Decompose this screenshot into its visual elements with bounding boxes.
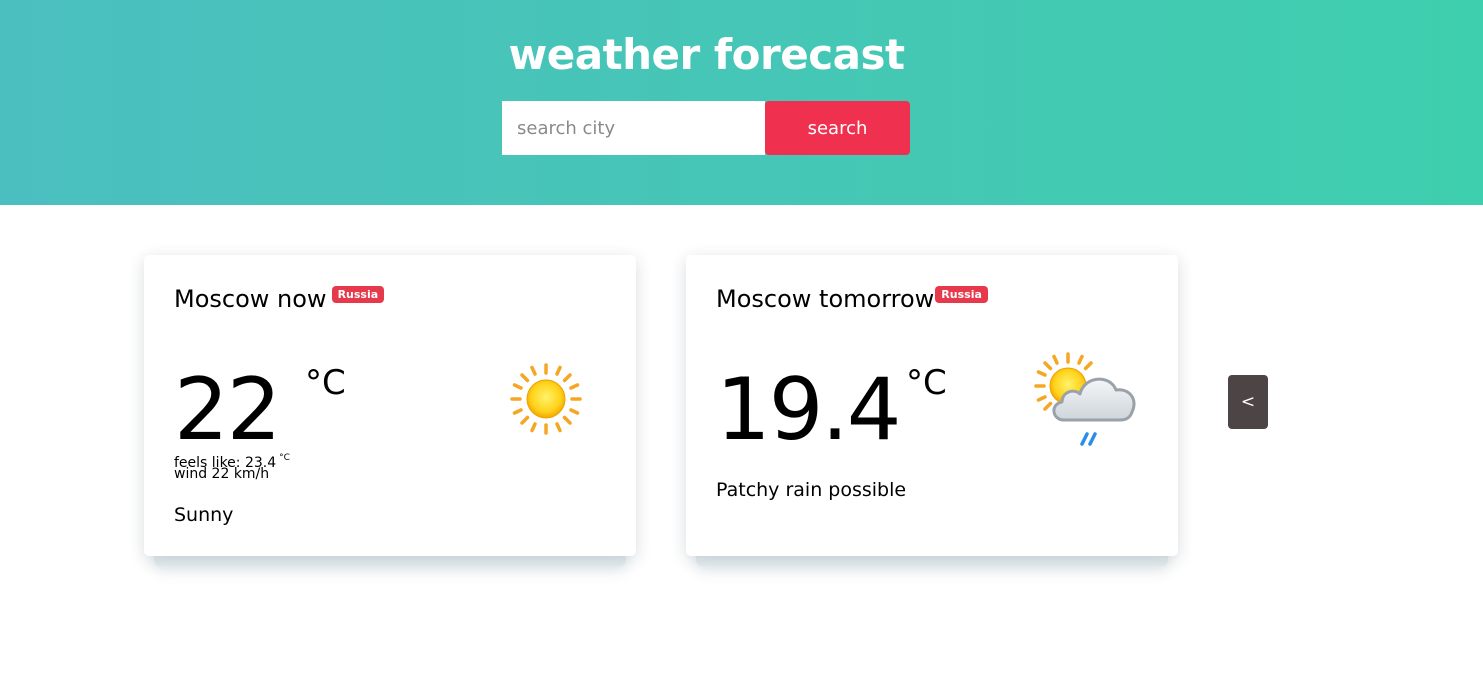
search-button[interactable]: search: [765, 101, 910, 155]
header: weather forecast search: [0, 0, 1483, 205]
card-title: Moscow now Russia: [174, 285, 385, 313]
search-input[interactable]: [502, 101, 765, 155]
app-title: weather forecast: [508, 30, 905, 79]
temperature-value: 22: [174, 360, 281, 460]
country-badge: Russia: [331, 286, 385, 303]
sun-cloud-rain-icon: [1034, 352, 1140, 450]
card-title-text: Moscow now: [174, 285, 327, 313]
country-badge: Russia: [935, 286, 988, 303]
weather-card-tomorrow: Moscow tomorrow Russia 19.4 °C Patchy ra…: [686, 255, 1178, 556]
weather-condition: Patchy rain possible: [716, 479, 907, 501]
card-title: Moscow tomorrow Russia: [716, 285, 988, 313]
feels-like-unit: °C: [279, 453, 290, 463]
sun-icon: [508, 361, 584, 437]
temperature-unit: °C: [906, 363, 947, 403]
temperature-value: 19.4: [716, 360, 901, 460]
search-bar: search: [502, 101, 910, 155]
wind-speed: wind 22 km/h: [174, 466, 270, 482]
temperature-unit: °C: [305, 363, 346, 403]
weather-condition: Sunny: [174, 504, 234, 526]
prev-button[interactable]: <: [1228, 375, 1268, 429]
weather-card-now: Moscow now Russia 22 °C feels like: 23.4…: [144, 255, 636, 556]
card-title-text: Moscow tomorrow: [716, 285, 935, 313]
